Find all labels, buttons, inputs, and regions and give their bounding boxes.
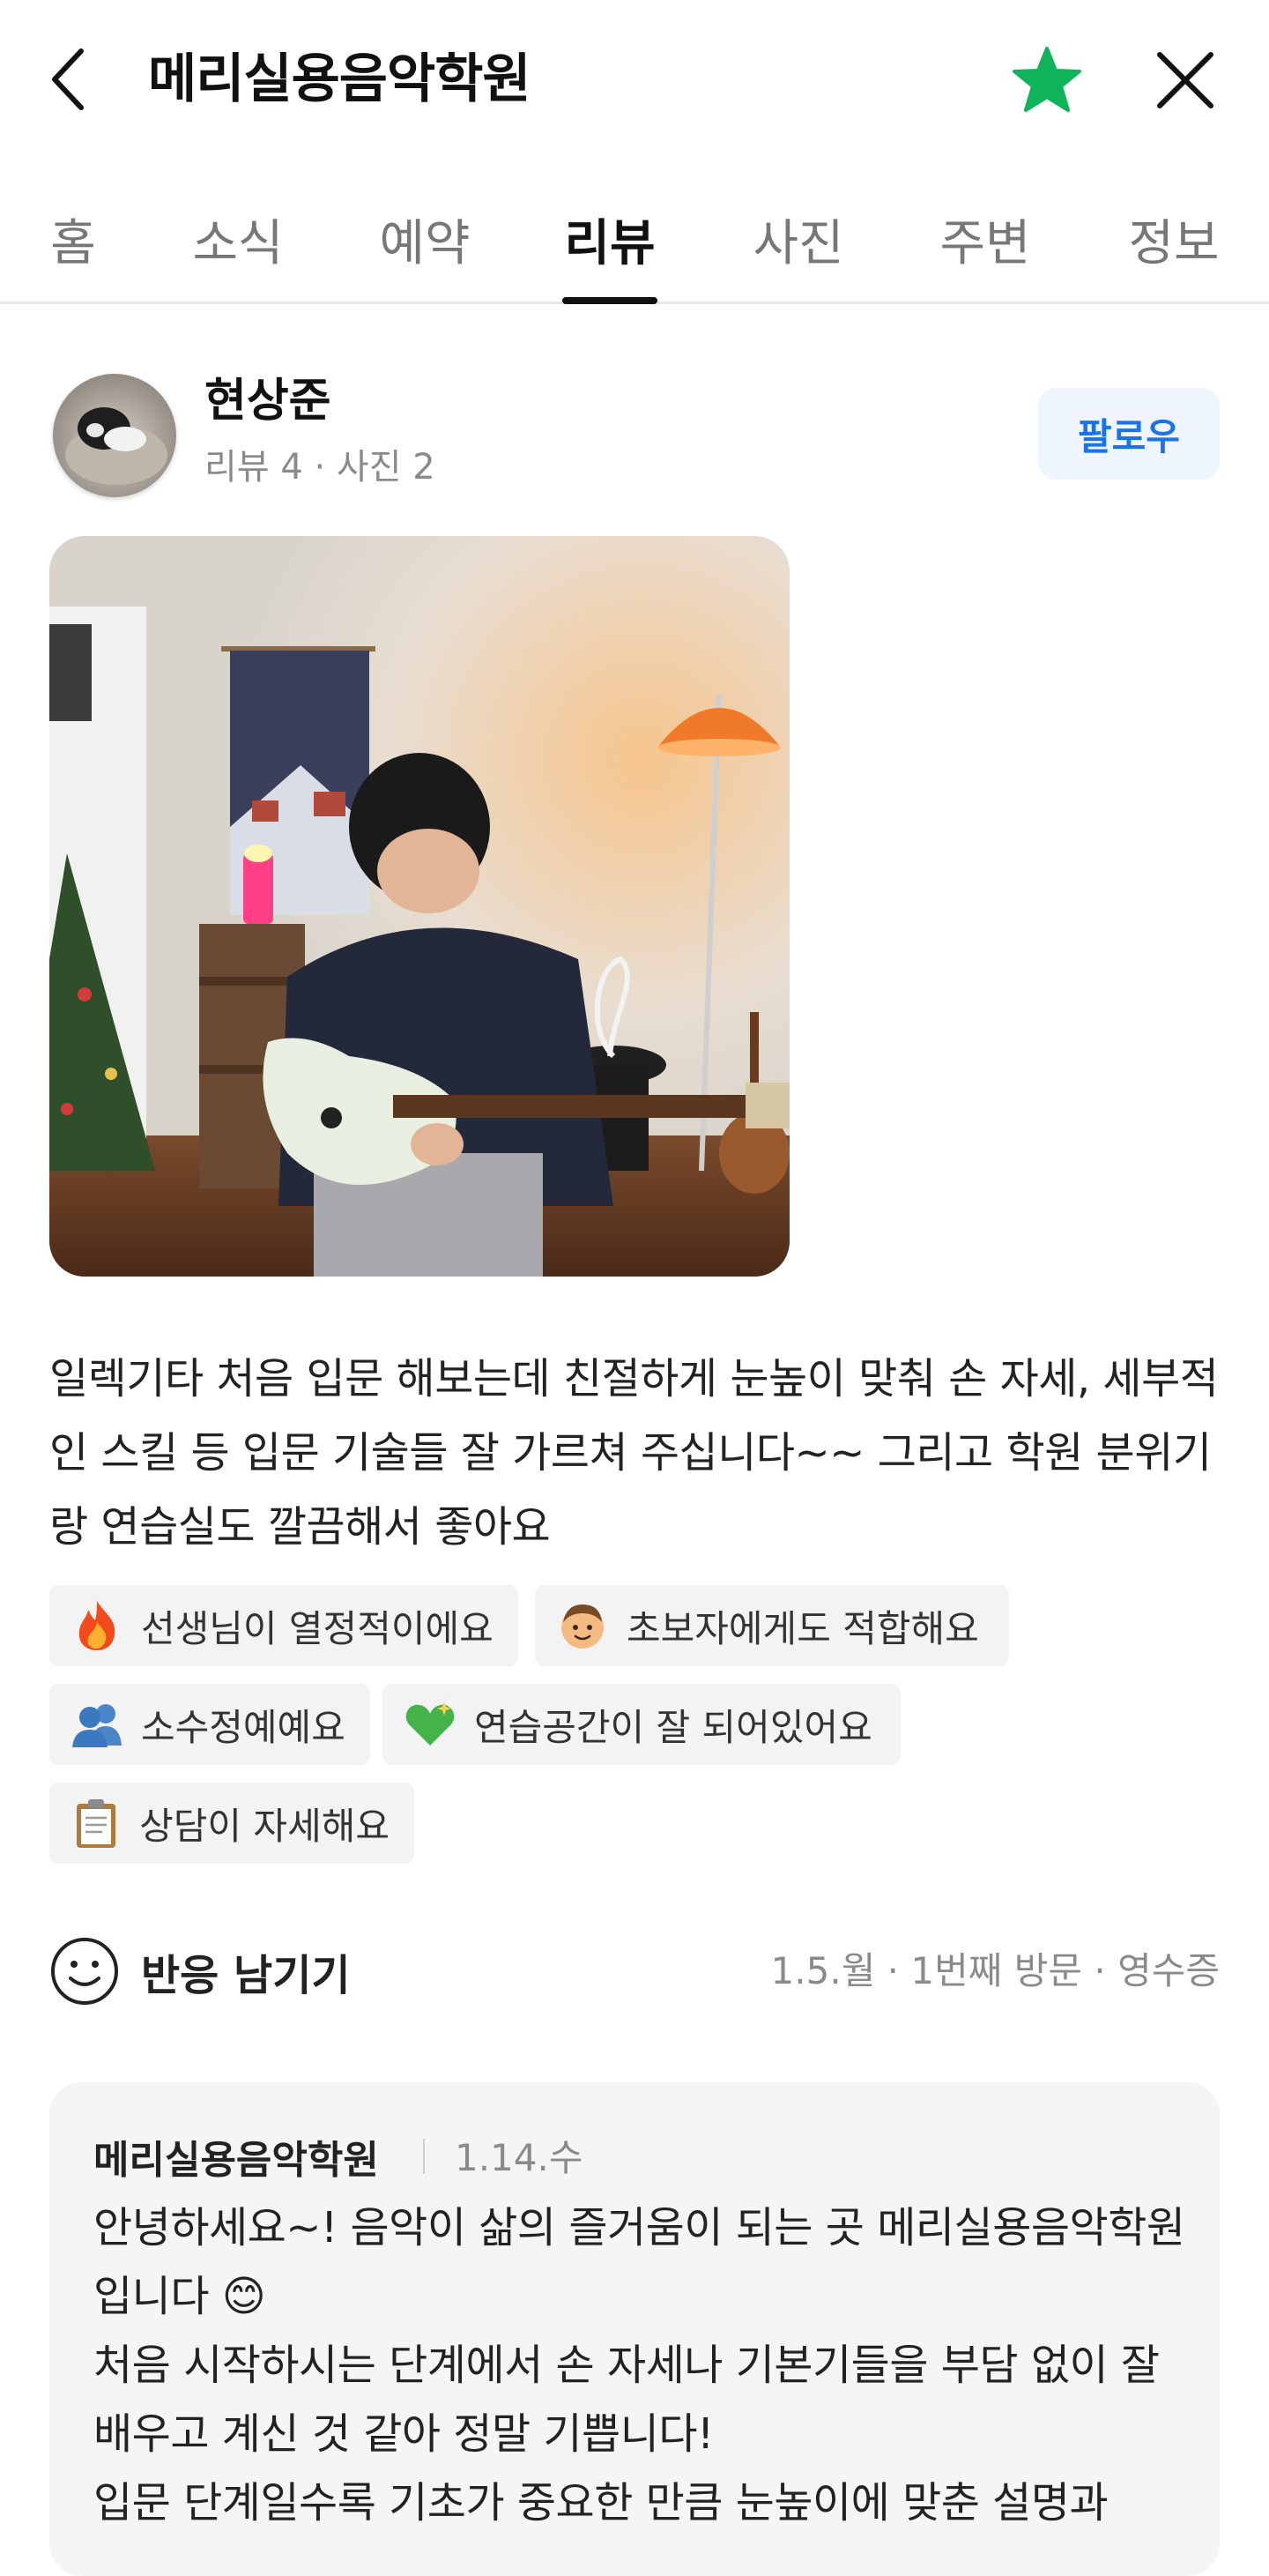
review-tag: 선생님이 열정적이에요 — [49, 1585, 518, 1666]
top-bar: 메리실용음악학원 — [0, 0, 1269, 159]
tag-label: 상담이 자세해요 — [139, 1804, 390, 1848]
tag-label: 연습공간이 잘 되어있어요 — [474, 1705, 872, 1749]
tab-info[interactable]: 정보 — [1112, 176, 1236, 302]
reply-text: 안녕하세요~! 음악이 삶의 즐거움이 되는 곳 메리실용음악학원입니다 😊 처… — [93, 2203, 1185, 2528]
tag-label: 초보자에게도 적합해요 — [627, 1606, 979, 1650]
tab-booking[interactable]: 예약 — [363, 176, 486, 302]
tab-nearby[interactable]: 주변 — [924, 176, 1047, 302]
follow-button[interactable]: 팔로우 — [1038, 388, 1220, 480]
review-tag: 소수정예예요 — [49, 1684, 370, 1765]
smiley-icon — [51, 1938, 118, 2005]
tab-photos[interactable]: 사진 — [737, 176, 860, 302]
owner-reply: 메리실용음악학원 1.14.수 안녕하세요~! 음악이 삶의 즐거움이 되는 곳… — [49, 2082, 1220, 2576]
back-button[interactable] — [39, 41, 95, 118]
review-tag: 상담이 자세해요 — [49, 1783, 414, 1864]
visit-meta: 1.5.월 · 1번째 방문 · 영수증 — [770, 1949, 1220, 1992]
avatar[interactable] — [53, 374, 176, 497]
avatar-image — [53, 374, 176, 497]
review-tag: 연습공간이 잘 되어있어요 — [382, 1684, 901, 1765]
chevron-left-icon — [52, 48, 84, 110]
reviewer-name[interactable]: 현상준 — [204, 370, 331, 432]
tag-label: 선생님이 열정적이에요 — [141, 1606, 494, 1650]
review-tag: 초보자에게도 적합해요 — [535, 1585, 1009, 1666]
people-icon — [70, 1698, 123, 1751]
guitar-practice-photo — [49, 536, 790, 1277]
leave-reaction-button[interactable]: 반응 남기기 — [49, 1934, 351, 2008]
reply-owner-name: 메리실용음악학원 — [93, 2138, 379, 2183]
review-photo[interactable] — [49, 536, 790, 1277]
tag-label: 소수정예예요 — [141, 1705, 345, 1749]
fire-icon — [70, 1599, 123, 1652]
child-face-icon — [556, 1599, 609, 1652]
favorite-button[interactable] — [1006, 41, 1087, 118]
page-title: 메리실용음악학원 — [148, 48, 531, 110]
leave-reaction-label: 반응 남기기 — [141, 1951, 351, 2000]
reply-date: 1.14.수 — [455, 2136, 583, 2179]
divider — [423, 2139, 425, 2174]
tab-review[interactable]: 리뷰 — [548, 176, 672, 302]
tab-news[interactable]: 소식 — [176, 176, 300, 302]
reviewer-stats: 리뷰 4 · 사진 2 — [204, 447, 435, 488]
tab-home[interactable]: 홈 — [18, 176, 129, 302]
clipboard-icon — [70, 1797, 122, 1850]
tab-bar: 홈 소식 예약 리뷰 사진 주변 정보 — [0, 176, 1269, 304]
close-icon — [1157, 52, 1213, 108]
star-icon — [1013, 47, 1081, 112]
close-button[interactable] — [1146, 41, 1225, 120]
review-text: 일렉기타 처음 입문 해보는데 친절하게 눈높이 맞춰 손 자세, 세부적인 스… — [49, 1354, 1219, 1552]
sparkling-heart-icon — [404, 1698, 456, 1751]
